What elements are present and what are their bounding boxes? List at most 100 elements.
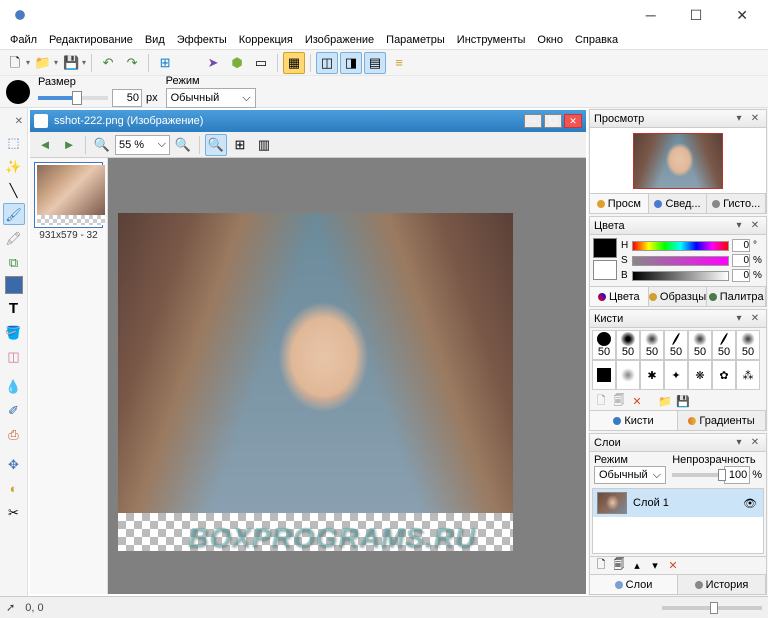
nav-next-button[interactable]: ► bbox=[58, 134, 80, 156]
android-icon-button[interactable]: ⬢ bbox=[226, 52, 248, 74]
background-color-well[interactable] bbox=[593, 260, 617, 280]
layer-up-button[interactable]: ▴ bbox=[630, 559, 644, 573]
zoom-out-button[interactable]: 🔍 bbox=[91, 134, 113, 156]
menu-tools[interactable]: Инструменты bbox=[451, 32, 532, 48]
shape-tool[interactable]: ◐ bbox=[3, 477, 25, 499]
brush-preset[interactable]: 50 bbox=[640, 330, 664, 360]
preview-image[interactable] bbox=[633, 133, 723, 189]
eyedropper-tool[interactable]: ✐ bbox=[3, 399, 25, 421]
brush-preset[interactable]: 50 bbox=[592, 330, 616, 360]
brush-tool[interactable]: 🖌 bbox=[3, 203, 25, 225]
hue-slider[interactable] bbox=[632, 241, 729, 251]
layer-visibility-toggle[interactable]: 👁 bbox=[743, 497, 759, 509]
brush-preset[interactable]: 50 bbox=[688, 330, 712, 360]
spray-tool[interactable]: 🖍 bbox=[3, 227, 25, 249]
new-file-button[interactable]: 🗋 bbox=[4, 52, 26, 74]
line-tool[interactable]: ╲ bbox=[3, 179, 25, 201]
stamp-tool[interactable]: ⎙ bbox=[3, 423, 25, 445]
brush-preset[interactable]: ✿ bbox=[712, 360, 736, 390]
foreground-color[interactable] bbox=[5, 276, 23, 294]
save-brushes-button[interactable]: 💾 bbox=[676, 394, 690, 408]
panel-menu-button[interactable]: ▾ bbox=[732, 312, 746, 326]
clone-tool[interactable]: ⧉ bbox=[3, 251, 25, 273]
windows-icon-button[interactable]: ⊞ bbox=[154, 52, 176, 74]
delete-brush-button[interactable]: ✕ bbox=[630, 394, 644, 408]
tab-palette[interactable]: Палитра bbox=[707, 287, 766, 306]
copy-brush-button[interactable]: 🗐 bbox=[612, 394, 626, 408]
bri-slider[interactable] bbox=[632, 271, 729, 281]
menu-parameters[interactable]: Параметры bbox=[380, 32, 451, 48]
brush-preset[interactable]: ✱ bbox=[640, 360, 664, 390]
redo-button[interactable]: ↷ bbox=[121, 52, 143, 74]
cursor-icon-button[interactable]: ➤ bbox=[202, 52, 224, 74]
zoom-select[interactable]: 55 % ⌵ bbox=[115, 135, 170, 155]
panel-menu-button[interactable]: ▾ bbox=[732, 112, 746, 126]
grid-button[interactable]: ⊞ bbox=[229, 134, 251, 156]
menu-window[interactable]: Окно bbox=[531, 32, 569, 48]
delete-layer-button[interactable]: ✕ bbox=[666, 559, 680, 573]
brush-preset[interactable]: ⁂ bbox=[736, 360, 760, 390]
brush-preview-icon[interactable] bbox=[6, 80, 30, 104]
layer-down-button[interactable]: ▾ bbox=[648, 559, 662, 573]
dropdown-icon[interactable]: ▾ bbox=[82, 58, 86, 67]
tab-histogram[interactable]: Гисто... bbox=[707, 194, 766, 213]
tab-gradients[interactable]: Градиенты bbox=[678, 411, 766, 430]
wand-tool[interactable]: ✨ bbox=[3, 155, 25, 177]
sat-value[interactable]: 0 bbox=[732, 254, 750, 267]
foreground-color-well[interactable] bbox=[593, 238, 617, 258]
size-slider[interactable] bbox=[38, 96, 108, 100]
document-titlebar[interactable]: sshot-222.png (Изображение) ─ ☐ ✕ bbox=[30, 110, 586, 132]
apple-icon-button[interactable] bbox=[178, 52, 200, 74]
open-brushes-button[interactable]: 📁 bbox=[658, 394, 672, 408]
new-brush-button[interactable]: 🗋 bbox=[594, 394, 608, 408]
layer-item[interactable]: Слой 1 👁 bbox=[593, 489, 763, 517]
bri-value[interactable]: 0 bbox=[732, 269, 750, 282]
undo-button[interactable]: ↶ bbox=[97, 52, 119, 74]
brush-preset[interactable]: 50 bbox=[736, 330, 760, 360]
menu-file[interactable]: Файл bbox=[4, 32, 43, 48]
thumbnail-item[interactable] bbox=[34, 162, 103, 228]
panel-toggle-2[interactable]: ◨ bbox=[340, 52, 362, 74]
panel-menu-button[interactable]: ▾ bbox=[732, 219, 746, 233]
tab-preview[interactable]: Просм bbox=[590, 194, 649, 213]
minimize-button[interactable]: ─ bbox=[638, 3, 664, 28]
doc-maximize-button[interactable]: ☐ bbox=[544, 114, 562, 128]
open-file-button[interactable]: 📁 bbox=[32, 52, 54, 74]
tab-layers[interactable]: Слои bbox=[590, 575, 678, 594]
brush-preset[interactable]: ✦ bbox=[664, 360, 688, 390]
dropdown-icon[interactable]: ▾ bbox=[54, 58, 58, 67]
panel-toggle-3[interactable]: ▤ bbox=[364, 52, 386, 74]
menu-view[interactable]: Вид bbox=[139, 32, 171, 48]
rect-select-tool[interactable]: ⬚ bbox=[3, 131, 25, 153]
menu-help[interactable]: Справка bbox=[569, 32, 624, 48]
brush-preset[interactable]: 50 bbox=[712, 330, 736, 360]
panel-close-button[interactable]: ✕ bbox=[748, 436, 762, 450]
close-button[interactable]: ✕ bbox=[728, 3, 756, 28]
opacity-slider[interactable] bbox=[672, 473, 722, 477]
tab-history[interactable]: История bbox=[678, 575, 766, 594]
sat-slider[interactable] bbox=[632, 256, 729, 266]
copy-layer-button[interactable]: 🗐 bbox=[612, 559, 626, 573]
tablet-icon-button[interactable]: ▭ bbox=[250, 52, 272, 74]
zoom-in-button[interactable]: 🔍 bbox=[172, 134, 194, 156]
size-input[interactable] bbox=[112, 89, 142, 107]
new-layer-button[interactable]: 🗋 bbox=[594, 559, 608, 573]
nav-prev-button[interactable]: ◄ bbox=[34, 134, 56, 156]
toolbox-close-button[interactable]: ✕ bbox=[0, 112, 27, 130]
maximize-button[interactable]: ☐ bbox=[682, 3, 711, 28]
brush-preset[interactable]: ❋ bbox=[688, 360, 712, 390]
ruler-button[interactable]: ▥ bbox=[253, 134, 275, 156]
opacity-input[interactable] bbox=[724, 466, 750, 484]
panel-close-button[interactable]: ✕ bbox=[748, 112, 762, 126]
hue-value[interactable]: 0 bbox=[732, 239, 750, 252]
mode-select[interactable]: Обычный ⌵ bbox=[166, 88, 256, 108]
menu-edit[interactable]: Редактирование bbox=[43, 32, 139, 48]
tab-swatches[interactable]: Образцы bbox=[649, 287, 708, 306]
crop-tool[interactable]: ✂ bbox=[3, 501, 25, 523]
dropdown-icon[interactable]: ▾ bbox=[26, 58, 30, 67]
status-zoom-slider[interactable] bbox=[662, 606, 762, 610]
fit-screen-button[interactable]: 🔍 bbox=[205, 134, 227, 156]
brush-preset[interactable]: 50 bbox=[664, 330, 688, 360]
text-tool[interactable]: T bbox=[3, 297, 25, 319]
panel-menu-button[interactable]: ▾ bbox=[732, 436, 746, 450]
